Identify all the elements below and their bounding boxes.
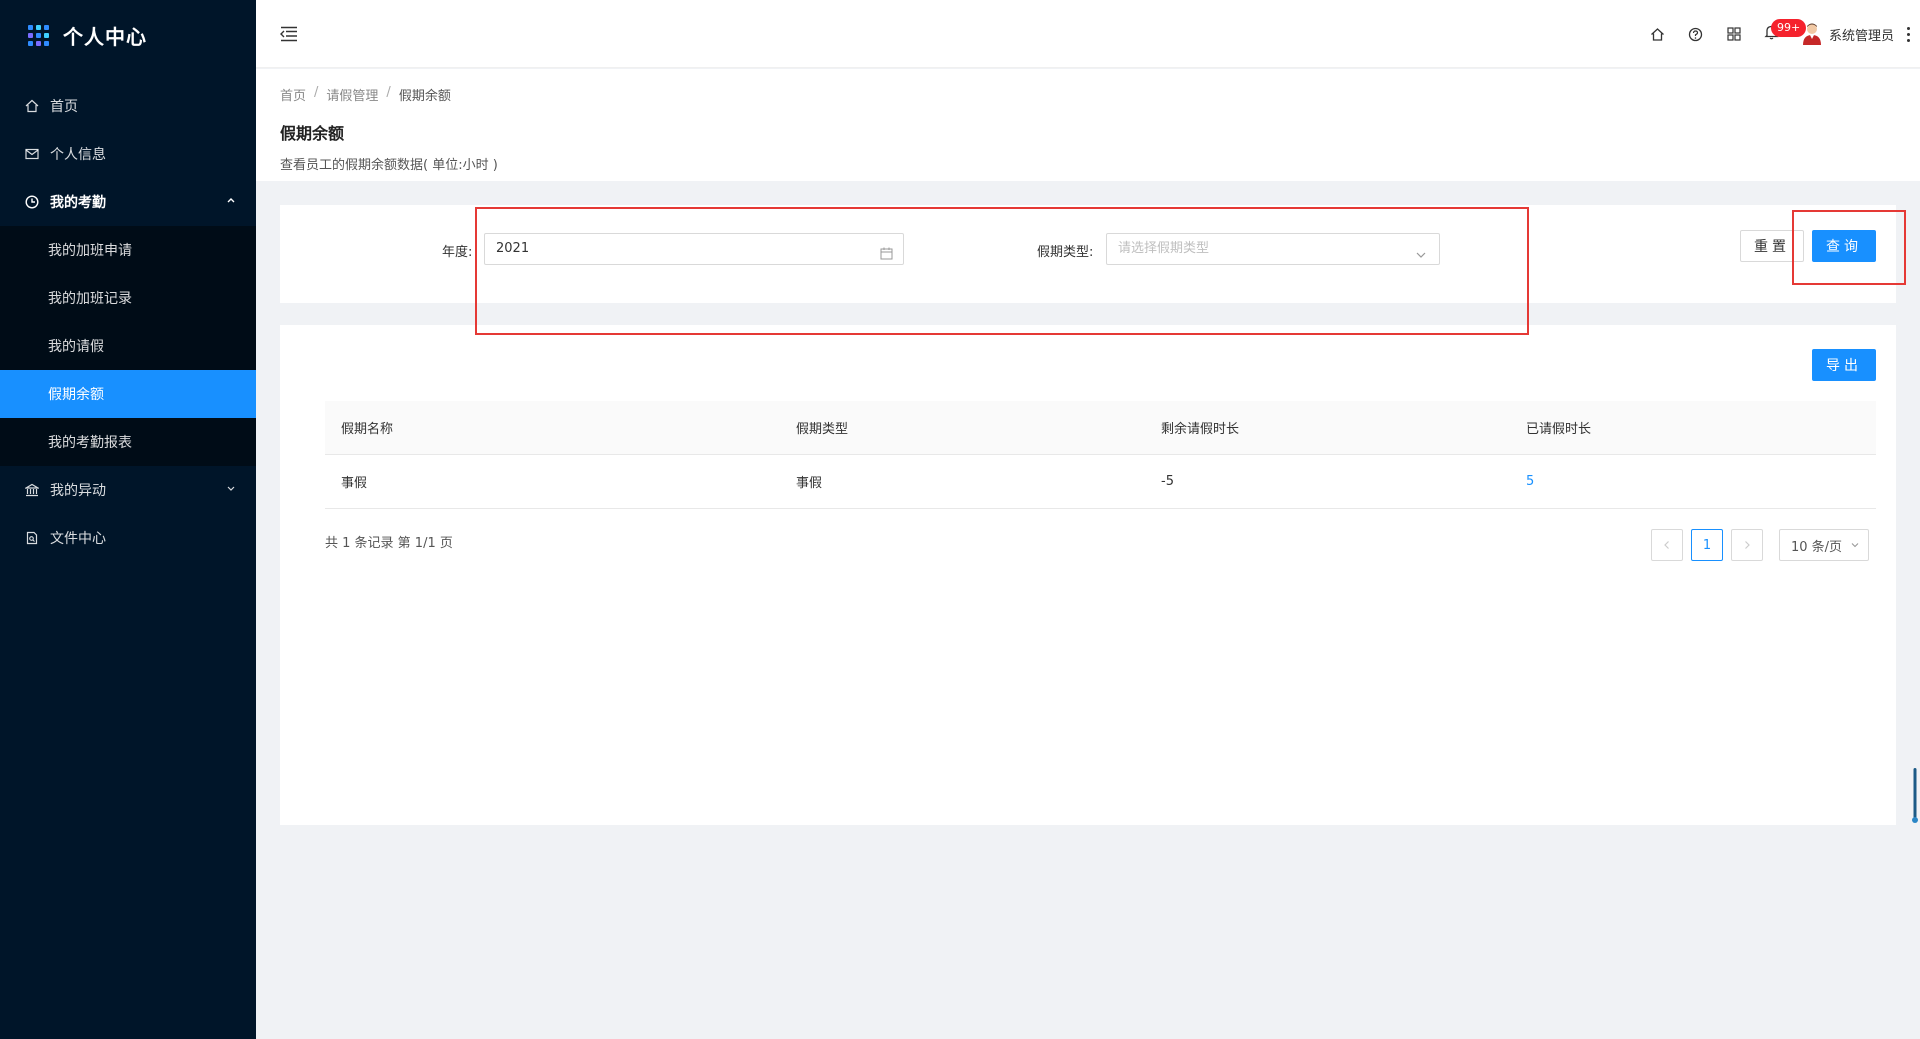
column-header: 假期名称 — [341, 422, 394, 437]
sidebar-item-overtime-records[interactable]: 我的加班记录 — [0, 274, 256, 322]
header-actions: 99+ 系统管理员 — [1639, 0, 1920, 68]
chevron-up-icon — [226, 196, 236, 209]
page-size-value: 10 条/页 — [1791, 539, 1843, 555]
sidebar-item-label: 我的考勤报表 — [48, 435, 132, 451]
attendance-submenu: 我的加班申请 我的加班记录 我的请假 假期余额 我的考勤报表 — [0, 226, 256, 466]
page-number-current[interactable]: 1 — [1691, 529, 1723, 561]
chevron-left-icon — [1664, 541, 1669, 549]
page-header: 首页 / 请假管理 / 假期余额 假期余额 查看员工的假期余额数据( 单位:小时… — [256, 69, 1920, 181]
table-row: 事假 事假 -5 5 — [325, 455, 1876, 509]
calendar-icon — [880, 242, 893, 260]
column-header: 剩余请假时长 — [1161, 422, 1240, 437]
sidebar-item-label: 假期余额 — [48, 387, 104, 403]
sidebar-item-attendance[interactable]: 我的考勤 — [0, 178, 256, 226]
sidebar-item-label: 我的请假 — [48, 339, 104, 355]
breadcrumb-current: 假期余额 — [398, 89, 451, 104]
page-size-select[interactable]: 10 条/页 — [1779, 529, 1869, 561]
sidebar-item-overtime-apply[interactable]: 我的加班申请 — [0, 226, 256, 274]
breadcrumb: 首页 / 请假管理 / 假期余额 — [280, 85, 1896, 104]
clock-icon — [24, 194, 40, 210]
sidebar-item-label: 我的异动 — [50, 483, 106, 499]
leave-type-select[interactable]: 请选择假期类型 — [1106, 233, 1440, 265]
avatar — [1801, 22, 1823, 46]
user-menu[interactable]: 系统管理员 — [1801, 22, 1894, 46]
sidebar-item-label: 我的考勤 — [50, 195, 106, 211]
mail-icon — [24, 146, 40, 162]
app-title: 个人中心 — [63, 24, 147, 49]
used-hours-link[interactable]: 5 — [1510, 474, 1876, 489]
export-button[interactable]: 导出 — [1812, 349, 1876, 381]
chevron-down-icon — [1851, 543, 1859, 548]
column-header: 已请假时长 — [1526, 422, 1592, 437]
pagination-summary: 共 1 条记录 第 1/1 页 — [325, 536, 453, 551]
year-picker[interactable]: 2021 — [484, 233, 904, 265]
column-header: 假期类型 — [796, 422, 849, 437]
sidebar-logo[interactable]: 个人中心 — [0, 0, 256, 70]
sidebar-item-changes[interactable]: 我的异动 — [0, 466, 256, 514]
sidebar-item-label: 文件中心 — [50, 531, 106, 547]
sidebar-item-label: 首页 — [50, 99, 78, 115]
breadcrumb-separator: / — [386, 85, 391, 100]
result-card: 导出 假期名称 假期类型 剩余请假时长 已请假时长 事假 事假 -5 5 共 1… — [280, 325, 1896, 825]
file-icon — [24, 530, 40, 546]
sidebar-item-files[interactable]: 文件中心 — [0, 514, 256, 562]
more-icon[interactable] — [1900, 15, 1916, 53]
top-header: 99+ 系统管理员 — [256, 0, 1920, 68]
leave-type-label: 假期类型: — [1037, 245, 1094, 260]
table-cell: -5 — [1161, 474, 1174, 489]
page-description: 查看员工的假期余额数据( 单位:小时 ) — [280, 158, 498, 173]
prev-page-button[interactable] — [1651, 529, 1683, 561]
sidebar-item-label: 我的加班记录 — [48, 291, 132, 307]
username: 系统管理员 — [1828, 28, 1894, 44]
chevron-down-icon — [1415, 243, 1427, 258]
table-cell: 事假 — [341, 476, 368, 491]
breadcrumb-separator: / — [314, 85, 319, 100]
leave-balance-table: 假期名称 假期类型 剩余请假时长 已请假时长 事假 事假 -5 5 — [325, 401, 1876, 509]
scroll-indicator[interactable] — [1912, 768, 1918, 824]
chevron-right-icon — [1745, 541, 1750, 549]
page-title: 假期余额 — [280, 124, 345, 143]
reset-button[interactable]: 重置 — [1740, 230, 1804, 262]
breadcrumb-home[interactable]: 首页 — [280, 85, 306, 104]
year-value: 2021 — [496, 241, 530, 256]
sidebar-item-attendance-report[interactable]: 我的考勤报表 — [0, 418, 256, 466]
app-grid-icon — [28, 24, 49, 46]
sidebar: 个人中心 首页 个人信息 我的考勤 我的加班申请 我的加班记录 我的请假 假期余… — [0, 0, 256, 1039]
home-icon[interactable] — [1639, 15, 1677, 53]
sidebar-item-my-leave[interactable]: 我的请假 — [0, 322, 256, 370]
notification-bell[interactable]: 99+ — [1753, 15, 1807, 53]
sidebar-item-leave-balance[interactable]: 假期余额 — [0, 370, 256, 418]
chevron-down-icon — [226, 484, 236, 497]
breadcrumb-section[interactable]: 请假管理 — [326, 85, 378, 104]
next-page-button[interactable] — [1731, 529, 1763, 561]
search-form: 年度: 2021 假期类型: 请选择假期类型 重置 查询 — [280, 205, 1896, 303]
year-label: 年度: — [442, 245, 473, 260]
sidebar-item-label: 个人信息 — [50, 147, 106, 163]
query-button[interactable]: 查询 — [1812, 230, 1876, 262]
sidebar-item-home[interactable]: 首页 — [0, 82, 256, 130]
menu-fold-icon[interactable] — [280, 26, 298, 42]
sidebar-menu: 首页 个人信息 我的考勤 我的加班申请 我的加班记录 我的请假 假期余额 我的考… — [0, 82, 256, 562]
bank-icon — [24, 482, 40, 498]
help-icon[interactable] — [1677, 15, 1715, 53]
table-header: 假期名称 假期类型 剩余请假时长 已请假时长 — [325, 401, 1876, 455]
sidebar-item-profile[interactable]: 个人信息 — [0, 130, 256, 178]
leave-type-placeholder: 请选择假期类型 — [1118, 241, 1210, 256]
home-icon — [24, 98, 40, 114]
sidebar-item-label: 我的加班申请 — [48, 243, 132, 259]
apps-icon[interactable] — [1715, 15, 1753, 53]
table-cell: 事假 — [796, 476, 823, 491]
